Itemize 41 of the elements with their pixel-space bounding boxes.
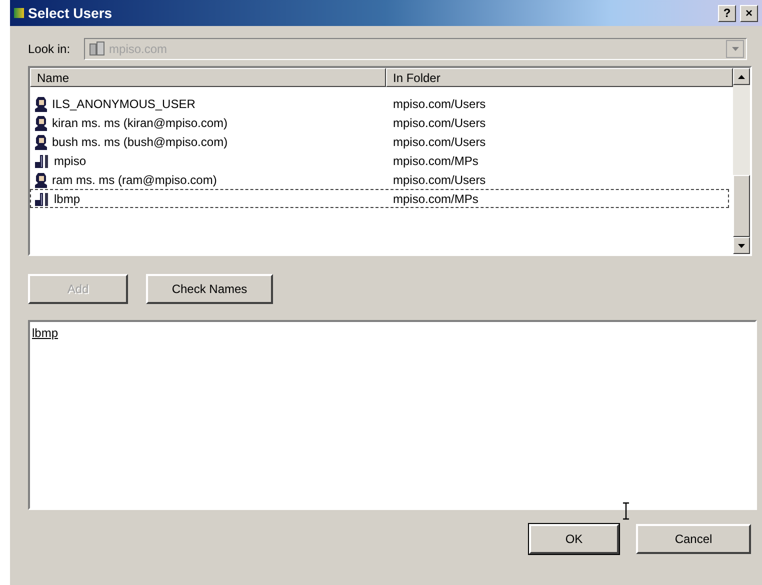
check-names-button[interactable]: Check Names	[146, 274, 273, 304]
name-text: bush ms. ms (bush@mpiso.com)	[52, 134, 228, 148]
look-in-label: Look in:	[28, 42, 70, 56]
name-text: lbmp	[54, 192, 80, 206]
window-title: Select Users	[28, 5, 114, 21]
folder-text: mpiso.com/Users	[393, 96, 486, 110]
column-header[interactable]: In Folder	[386, 68, 733, 87]
name-text: kiran ms. ms (kiran@mpiso.com)	[52, 116, 228, 130]
close-button[interactable]: ×	[740, 4, 758, 22]
user-icon	[34, 134, 48, 150]
list-row[interactable]: ram ms. ms (ram@mpiso.com) mpiso.com/Users	[30, 170, 729, 189]
user-icon	[34, 114, 48, 130]
folder-text: mpiso.com/Users	[393, 116, 486, 130]
name-text: mpiso	[54, 154, 86, 168]
scroll-thumb[interactable]	[733, 175, 750, 237]
list-row[interactable]: kiran ms. ms (kiran@mpiso.com) mpiso.com/Users	[30, 113, 729, 132]
ok-button[interactable]: OK	[529, 524, 619, 554]
list-row[interactable]: lbmp mpiso.com/MPs	[30, 189, 729, 208]
app-icon	[14, 8, 24, 18]
help-button[interactable]: ?	[718, 4, 736, 22]
folder-text: mpiso.com/MPs	[393, 154, 478, 168]
user-icon	[34, 172, 48, 188]
list-row[interactable]: mpiso mpiso.com/MPs	[30, 151, 729, 170]
folder-text: mpiso.com/Users	[393, 172, 486, 186]
cancel-button[interactable]: Cancel	[636, 524, 751, 554]
scroll-up-icon[interactable]	[733, 68, 750, 85]
domain-icon	[89, 41, 106, 57]
names-value: lbmp	[32, 326, 58, 340]
folder-text: mpiso.com/Users	[393, 134, 486, 148]
group-icon	[34, 190, 50, 206]
list-row[interactable]: bush ms. ms (bush@mpiso.com) mpiso.com/Users	[30, 132, 729, 151]
scrollbar[interactable]	[733, 68, 750, 254]
name-text: ram ms. ms (ram@mpiso.com)	[52, 172, 217, 186]
list-row[interactable]: ILS_ANONYMOUS_USER mpiso.com/Users	[30, 94, 729, 113]
folder-text: mpiso.com/MPs	[393, 192, 478, 206]
scroll-down-icon[interactable]	[733, 237, 750, 254]
name-text: ILS_ANONYMOUS_USER	[52, 96, 196, 110]
column-header[interactable]: Name	[30, 68, 386, 87]
user-icon	[34, 96, 48, 112]
group-icon	[34, 152, 50, 168]
text-cursor-icon	[622, 502, 630, 520]
